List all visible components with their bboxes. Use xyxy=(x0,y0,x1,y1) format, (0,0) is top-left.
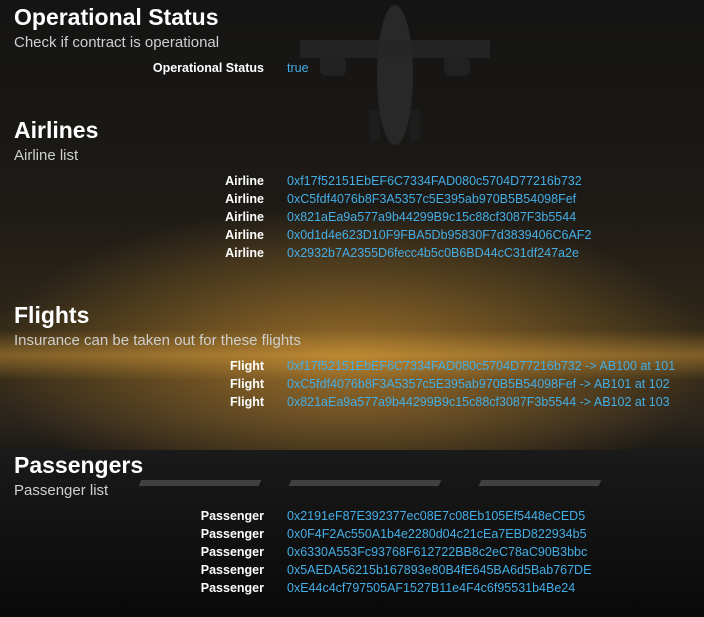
airline-address: 0x821aEa9a577a9b44299B9c15c88cf3087F3b55… xyxy=(287,210,577,224)
section-flights: Flights Insurance can be taken out for t… xyxy=(14,300,690,409)
passenger-address: 0x6330A553Fc93768F612722BB8c2eC78aC90B3b… xyxy=(287,545,588,559)
flight-value: 0x821aEa9a577a9b44299B9c15c88cf3087F3b55… xyxy=(287,395,670,409)
row-label: Flight xyxy=(229,359,264,373)
section-passengers: Passengers Passenger list Passenger 0x21… xyxy=(14,450,690,595)
row-label: Operational Status xyxy=(152,61,264,75)
flight-value: 0xC5fdf4076b8F3A5357c5E395ab970B5B54098F… xyxy=(287,377,670,391)
airline-list: Airline 0xf17f52151EbEF6C7334FAD080c5704… xyxy=(14,172,690,262)
airline-address: 0x2932b7A2355D6fecc4b5c0B6BD44cC31df247a… xyxy=(287,246,579,260)
row-label: Airline xyxy=(225,174,264,188)
row-label: Passenger xyxy=(200,527,264,541)
airline-address: 0xf17f52151EbEF6C7334FAD080c5704D77216b7… xyxy=(287,174,582,188)
flight-list: Flight 0xf17f52151EbEF6C7334FAD080c5704D… xyxy=(14,357,690,411)
section-airlines: Airlines Airline list Airline 0xf17f5215… xyxy=(14,115,690,260)
row-label: Passenger xyxy=(200,563,264,577)
airline-row: Airline 0x0d1d4e623D10F9FBA5Db95830F7d38… xyxy=(14,226,690,244)
section-title: Airlines xyxy=(14,117,99,143)
operational-rows: Operational Status true xyxy=(14,59,690,77)
section-title: Passengers xyxy=(14,452,144,478)
operational-status-row: Operational Status true xyxy=(14,59,690,77)
row-label: Flight xyxy=(229,377,264,391)
row-label: Passenger xyxy=(200,545,264,559)
section-title: Operational Status xyxy=(14,4,219,30)
flight-row: Flight 0xf17f52151EbEF6C7334FAD080c5704D… xyxy=(14,357,690,375)
row-label: Flight xyxy=(229,395,264,409)
row-label: Passenger xyxy=(200,581,264,595)
row-label: Airline xyxy=(225,246,264,260)
section-title: Flights xyxy=(14,302,90,328)
airline-row: Airline 0xC5fdf4076b8F3A5357c5E395ab970B… xyxy=(14,190,690,208)
passenger-address: 0x0F4F2Ac550A1b4e2280d04c21cEa7EBD822934… xyxy=(287,527,587,541)
passenger-row: Passenger 0x2191eF87E392377ec08E7c08Eb10… xyxy=(14,507,690,525)
row-label: Passenger xyxy=(200,509,264,523)
section-operational-status: Operational Status Check if contract is … xyxy=(14,2,690,75)
airline-address: 0xC5fdf4076b8F3A5357c5E395ab970B5B54098F… xyxy=(287,192,577,206)
row-value: true xyxy=(287,61,309,75)
flight-value: 0xf17f52151EbEF6C7334FAD080c5704D77216b7… xyxy=(287,359,676,373)
flight-row: Flight 0x821aEa9a577a9b44299B9c15c88cf30… xyxy=(14,393,690,411)
section-subtitle: Insurance can be taken out for these fli… xyxy=(14,332,301,349)
section-subtitle: Passenger list xyxy=(14,482,109,499)
airline-row: Airline 0x2932b7A2355D6fecc4b5c0B6BD44cC… xyxy=(14,244,690,262)
passenger-address: 0xE44c4cf797505AF1527B11e4F4c6f95531b4Be… xyxy=(287,581,576,595)
passenger-address: 0x2191eF87E392377ec08E7c08Eb105Ef5448eCE… xyxy=(287,509,586,523)
row-label: Airline xyxy=(225,228,264,242)
section-subtitle: Airline list xyxy=(14,147,79,164)
flight-row: Flight 0xC5fdf4076b8F3A5357c5E395ab970B5… xyxy=(14,375,690,393)
row-label: Airline xyxy=(225,210,264,224)
airline-address: 0x0d1d4e623D10F9FBA5Db95830F7d3839406C6A… xyxy=(287,228,592,242)
passenger-row: Passenger 0x0F4F2Ac550A1b4e2280d04c21cEa… xyxy=(14,525,690,543)
airline-row: Airline 0x821aEa9a577a9b44299B9c15c88cf3… xyxy=(14,208,690,226)
passenger-row: Passenger 0x6330A553Fc93768F612722BB8c2e… xyxy=(14,543,690,561)
section-subtitle: Check if contract is operational xyxy=(14,34,220,51)
passenger-row: Passenger 0x5AEDA56215b167893e80B4fE645B… xyxy=(14,561,690,579)
row-label: Airline xyxy=(225,192,264,206)
passenger-list: Passenger 0x2191eF87E392377ec08E7c08Eb10… xyxy=(14,507,690,597)
passenger-row: Passenger 0xE44c4cf797505AF1527B11e4F4c6… xyxy=(14,579,690,597)
passenger-address: 0x5AEDA56215b167893e80B4fE645BA6d5Bab767… xyxy=(287,563,592,577)
airline-row: Airline 0xf17f52151EbEF6C7334FAD080c5704… xyxy=(14,172,690,190)
